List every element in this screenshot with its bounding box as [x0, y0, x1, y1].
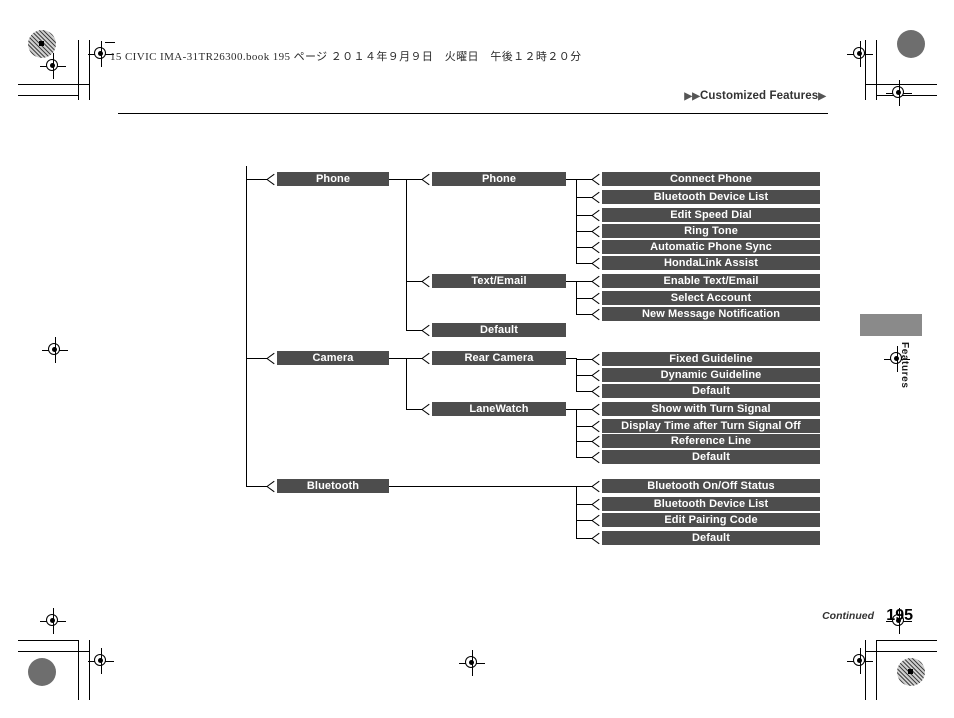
- connector-stub-phone-phone: [566, 179, 576, 180]
- connector-dynamic-guideline: [576, 375, 592, 376]
- connector-bt-device-list-1: [576, 197, 592, 198]
- tree-node-auto-phone-sync[interactable]: Automatic Phone Sync: [602, 240, 820, 254]
- connector-edit-pairing-code: [576, 520, 592, 521]
- tree-node-camera[interactable]: Camera: [277, 351, 389, 365]
- connector-phone-textemail: [406, 281, 422, 282]
- tree-node-bt-onoff-status[interactable]: Bluetooth On/Off Status: [602, 479, 820, 493]
- trunk-camera-lanewatch: [576, 409, 577, 457]
- tree-node-connect-phone[interactable]: Connect Phone: [602, 172, 820, 186]
- tree-node-show-with-turn-signal[interactable]: Show with Turn Signal: [602, 402, 820, 416]
- connector-bt-onoff-status: [576, 486, 592, 487]
- tree-node-rear-default[interactable]: Default: [602, 384, 820, 398]
- arrow-icon-display-time-after-turn-signal-off: [592, 421, 601, 432]
- arrow-icon-bt-device-list-2: [592, 499, 601, 510]
- menu-tree-diagram: Phone Camera Bluetooth Phone Text/Email Defau…: [0, 0, 954, 718]
- connector-root-bluetooth: [246, 486, 267, 487]
- tree-node-camera-rear[interactable]: Rear Camera: [432, 351, 566, 365]
- arrow-icon-lanewatch-default: [592, 452, 601, 463]
- tree-node-select-account[interactable]: Select Account: [602, 291, 820, 305]
- connector-select-account: [576, 298, 592, 299]
- connector-lanewatch-default: [576, 457, 592, 458]
- tree-node-edit-speed-dial[interactable]: Edit Speed Dial: [602, 208, 820, 222]
- arrow-icon-bluetooth: [267, 481, 276, 492]
- tree-node-phone-phone[interactable]: Phone: [432, 172, 566, 186]
- arrow-icon-phone-default: [422, 325, 431, 336]
- arrow-icon-camera-rear: [422, 353, 431, 364]
- connector-bt-device-list-2: [576, 504, 592, 505]
- arrow-icon-enable-text-email: [592, 276, 601, 287]
- tree-node-dynamic-guideline[interactable]: Dynamic Guideline: [602, 368, 820, 382]
- connector-edit-speed-dial: [576, 215, 592, 216]
- connector-stub-bluetooth: [389, 486, 576, 487]
- connector-fixed-guideline: [576, 359, 592, 360]
- connector-root-camera: [246, 358, 267, 359]
- tree-node-enable-text-email[interactable]: Enable Text/Email: [602, 274, 820, 288]
- connector-camera-lanewatch: [406, 409, 422, 410]
- connector-stub-camera: [389, 358, 406, 359]
- connector-reference-line: [576, 441, 592, 442]
- arrow-icon-show-with-turn-signal: [592, 404, 601, 415]
- trunk-phone: [406, 179, 407, 330]
- connector-new-message-notification: [576, 314, 592, 315]
- connector-stub-phone: [389, 179, 406, 180]
- tree-node-camera-lanewatch[interactable]: LaneWatch: [432, 402, 566, 416]
- arrow-icon-phone-phone: [422, 174, 431, 185]
- tree-node-hondalink-assist[interactable]: HondaLink Assist: [602, 256, 820, 270]
- tree-node-fixed-guideline[interactable]: Fixed Guideline: [602, 352, 820, 366]
- arrow-icon-new-message-notification: [592, 309, 601, 320]
- connector-phone-phone: [406, 179, 422, 180]
- trunk-camera: [406, 358, 407, 409]
- arrow-icon-reference-line: [592, 436, 601, 447]
- arrow-icon-edit-speed-dial: [592, 210, 601, 221]
- trunk-bluetooth: [576, 486, 577, 538]
- connector-stub-camera-lanewatch: [566, 409, 576, 410]
- tree-node-bt-default[interactable]: Default: [602, 531, 820, 545]
- tree-node-bt-device-list-2[interactable]: Bluetooth Device List: [602, 497, 820, 511]
- arrow-icon-hondalink-assist: [592, 258, 601, 269]
- tree-node-phone[interactable]: Phone: [277, 172, 389, 186]
- arrow-icon-bt-device-list-1: [592, 192, 601, 203]
- tree-node-phone-textemail[interactable]: Text/Email: [432, 274, 566, 288]
- arrow-icon-camera: [267, 353, 276, 364]
- arrow-icon-auto-phone-sync: [592, 242, 601, 253]
- trunk-phone-phone: [576, 179, 577, 263]
- tree-node-phone-default[interactable]: Default: [432, 323, 566, 337]
- tree-node-new-message-notification[interactable]: New Message Notification: [602, 307, 820, 321]
- tree-node-ring-tone[interactable]: Ring Tone: [602, 224, 820, 238]
- arrow-icon-fixed-guideline: [592, 354, 601, 365]
- connector-connect-phone: [576, 179, 592, 180]
- connector-hondalink-assist: [576, 263, 592, 264]
- arrow-icon-rear-default: [592, 386, 601, 397]
- connector-camera-rear: [406, 358, 422, 359]
- tree-node-display-time-after-turn-signal-off[interactable]: Display Time after Turn Signal Off: [602, 419, 820, 433]
- connector-bt-default: [576, 538, 592, 539]
- arrow-icon-camera-lanewatch: [422, 404, 431, 415]
- connector-auto-phone-sync: [576, 247, 592, 248]
- tree-node-bt-device-list-1[interactable]: Bluetooth Device List: [602, 190, 820, 204]
- arrow-icon-ring-tone: [592, 226, 601, 237]
- tree-node-bluetooth[interactable]: Bluetooth: [277, 479, 389, 493]
- arrow-icon-select-account: [592, 293, 601, 304]
- connector-stub-camera-rear: [566, 358, 576, 359]
- trunk-root: [246, 166, 247, 486]
- connector-phone-default: [406, 330, 422, 331]
- connector-display-time-after-turn-signal-off: [576, 426, 592, 427]
- connector-enable-text-email: [576, 281, 592, 282]
- connector-ring-tone: [576, 231, 592, 232]
- tree-node-reference-line[interactable]: Reference Line: [602, 434, 820, 448]
- connector-rear-default: [576, 391, 592, 392]
- arrow-icon-edit-pairing-code: [592, 515, 601, 526]
- arrow-icon-connect-phone: [592, 174, 601, 185]
- tree-node-edit-pairing-code[interactable]: Edit Pairing Code: [602, 513, 820, 527]
- arrow-icon-dynamic-guideline: [592, 370, 601, 381]
- arrow-icon-phone: [267, 174, 276, 185]
- arrow-icon-bt-default: [592, 533, 601, 544]
- connector-stub-phone-textemail: [566, 281, 576, 282]
- arrow-icon-bt-onoff-status: [592, 481, 601, 492]
- arrow-icon-phone-textemail: [422, 276, 431, 287]
- connector-root-phone: [246, 179, 267, 180]
- connector-show-with-turn-signal: [576, 409, 592, 410]
- tree-node-lanewatch-default[interactable]: Default: [602, 450, 820, 464]
